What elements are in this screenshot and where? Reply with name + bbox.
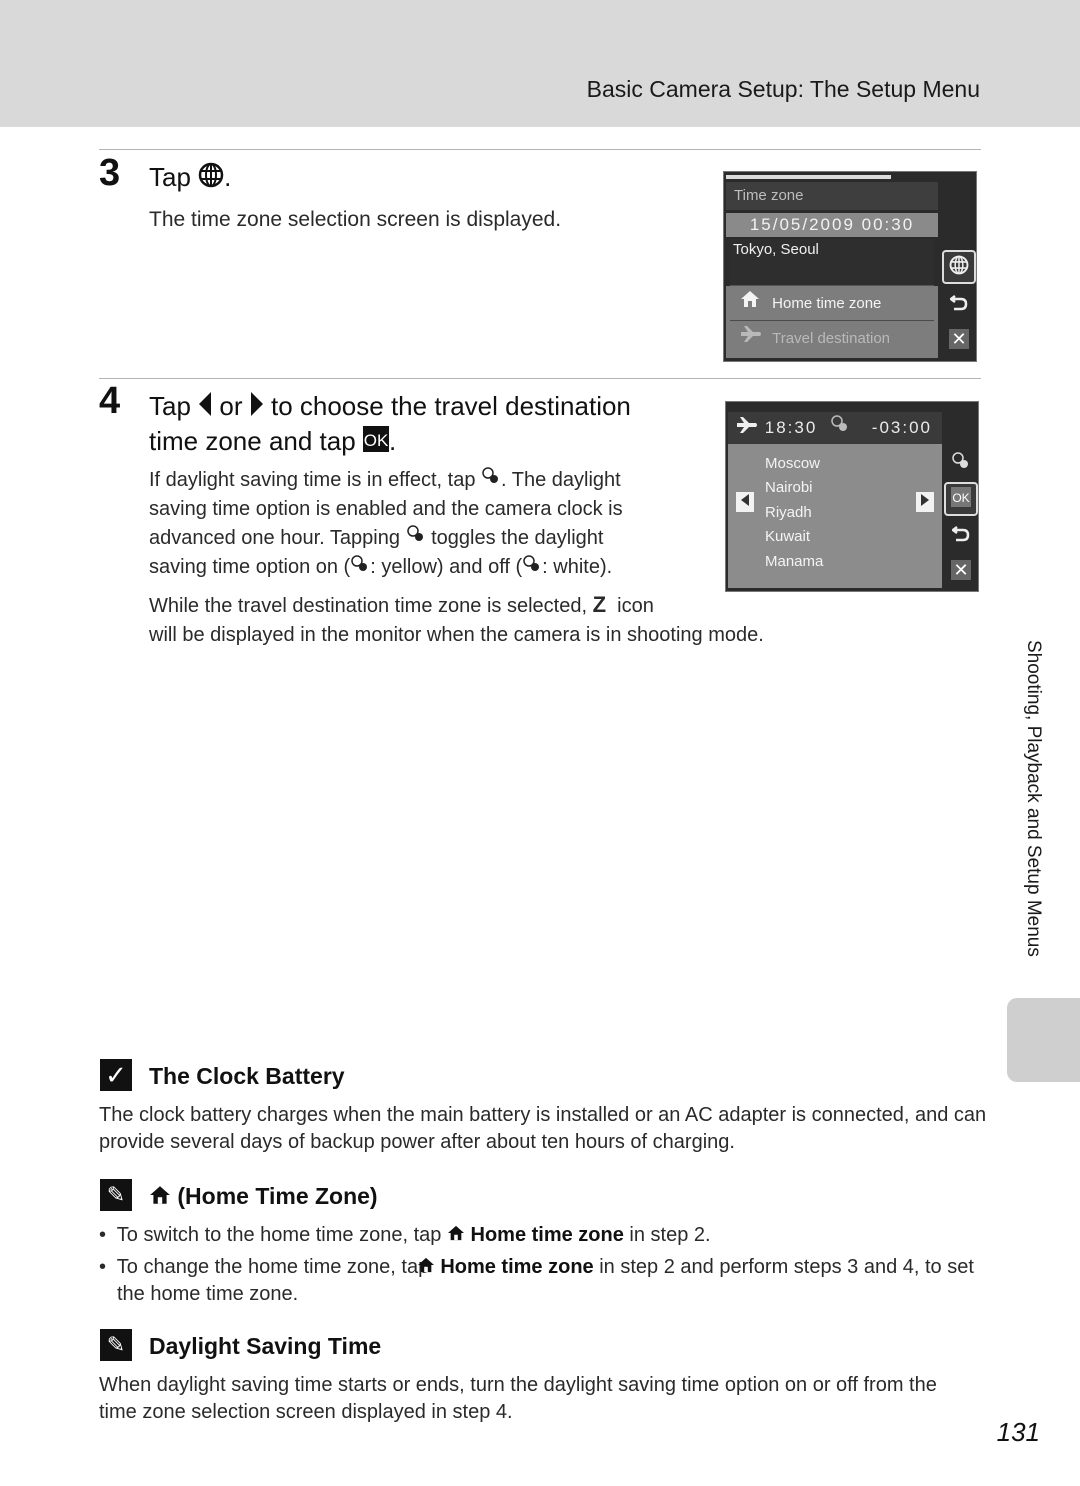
home-icon: [447, 1222, 465, 1249]
right-arrow-icon: [250, 391, 264, 425]
side-button-column: OK ✕: [942, 402, 978, 591]
note-text: The clock battery charges when the main …: [99, 1104, 987, 1153]
page-section-title: Basic Camera Setup: The Setup Menu: [586, 76, 980, 102]
previous-zone-button[interactable]: [736, 492, 754, 512]
utc-offset: -03:00: [871, 418, 932, 437]
screen-title: Time zone: [726, 182, 938, 210]
divider: [99, 149, 981, 150]
destination-time: 18:30: [764, 418, 818, 437]
back-icon: [950, 524, 970, 547]
step-title: Tap or to choose the travel destination …: [149, 390, 631, 460]
home-icon: [740, 288, 760, 320]
ok-icon: OK: [951, 486, 971, 512]
chapter-tab-label: Shooting, Playback and Setup Menus: [1023, 640, 1044, 957]
side-button-column: ✕: [940, 172, 976, 361]
dst-toggle-button[interactable]: [948, 450, 974, 476]
close-icon: ✕: [951, 328, 967, 349]
dst-icon: [951, 451, 971, 476]
page-number: 131: [996, 1417, 1040, 1447]
close-icon: ✕: [953, 559, 969, 580]
step-title-prefix: Tap: [149, 162, 191, 192]
time-header: 18:30 -03:00: [728, 412, 942, 444]
city-item[interactable]: Riyadh: [765, 501, 812, 525]
current-zone: Tokyo, Seoul: [730, 239, 934, 286]
globe-icon: [949, 255, 969, 280]
note-title: The Clock Battery: [149, 1063, 345, 1089]
dst-icon: [522, 554, 542, 583]
travel-icon-glyph: Z: [592, 592, 607, 617]
back-icon: [948, 293, 968, 316]
caution-check-icon: ✓: [100, 1059, 132, 1091]
step-description: The time zone selection screen is displa…: [149, 208, 562, 231]
menu-item-label: Travel destination: [772, 330, 891, 347]
note-title: (Home Time Zone): [149, 1183, 378, 1211]
svg-text:OK: OK: [364, 431, 389, 450]
right-arrow-icon: [921, 493, 929, 511]
datetime-display: 15/05/2009 00:30: [726, 213, 938, 237]
left-arrow-icon: [741, 493, 749, 511]
dst-icon: [830, 413, 850, 445]
airplane-icon: [736, 413, 758, 445]
note-title: Daylight Saving Time: [149, 1333, 382, 1359]
menu-item-label: Home time zone: [772, 295, 882, 312]
globe-icon: [198, 162, 224, 196]
divider: [99, 378, 981, 379]
time-zone-screen: Time zone 15/05/2009 00:30 Tokyo, Seoul …: [723, 171, 977, 362]
city-item[interactable]: Nairobi: [765, 476, 813, 500]
city-item[interactable]: Manama: [765, 550, 823, 574]
city-item[interactable]: Moscow: [765, 452, 820, 476]
bullet-item: • To switch to the home time zone, tap H…: [99, 1222, 979, 1249]
back-button[interactable]: [946, 291, 972, 317]
bullet-item: • To change the home time zone, tap Home…: [99, 1256, 974, 1306]
step-number: 4: [99, 380, 121, 422]
svg-text:OK: OK: [952, 491, 969, 505]
note-pencil-icon: ✎: [100, 1179, 132, 1211]
note-text: When daylight saving time starts or ends…: [99, 1374, 937, 1423]
home-icon: [149, 1184, 171, 1211]
close-button[interactable]: ✕: [951, 560, 971, 580]
scroll-indicator: [726, 175, 891, 179]
city-item[interactable]: Kuwait: [765, 525, 810, 549]
dst-icon: [406, 524, 426, 553]
ok-icon: OK: [362, 426, 389, 460]
menu-list: Home time zone Travel destination: [726, 286, 938, 358]
airplane-icon: [740, 323, 762, 355]
globe-button[interactable]: [942, 250, 976, 284]
menu-item-home-time-zone[interactable]: Home time zone: [740, 288, 881, 320]
dst-icon: [481, 466, 501, 495]
note-pencil-icon: ✎: [100, 1329, 132, 1361]
menu-divider: [730, 320, 934, 321]
left-arrow-icon: [198, 391, 212, 425]
chapter-tab: [1007, 998, 1080, 1082]
step-number: 3: [99, 152, 121, 194]
city-list: Moscow Nairobi Riyadh Kuwait Manama: [728, 444, 942, 588]
header-band: [0, 0, 1080, 127]
next-zone-button[interactable]: [916, 492, 934, 512]
travel-destination-screen: 18:30 -03:00 Moscow Nairobi Riyadh Kuwai…: [725, 401, 979, 592]
step4-paragraph-2: While the travel destination time zone i…: [149, 592, 764, 646]
back-button[interactable]: [948, 522, 974, 548]
step-title: Tap .: [149, 161, 231, 196]
dst-icon: [350, 554, 370, 583]
menu-item-travel-destination[interactable]: Travel destination: [740, 323, 890, 355]
step4-paragraph: If daylight saving time is in effect, ta…: [149, 466, 689, 583]
close-button[interactable]: ✕: [949, 329, 969, 349]
ok-button[interactable]: OK: [944, 482, 978, 516]
